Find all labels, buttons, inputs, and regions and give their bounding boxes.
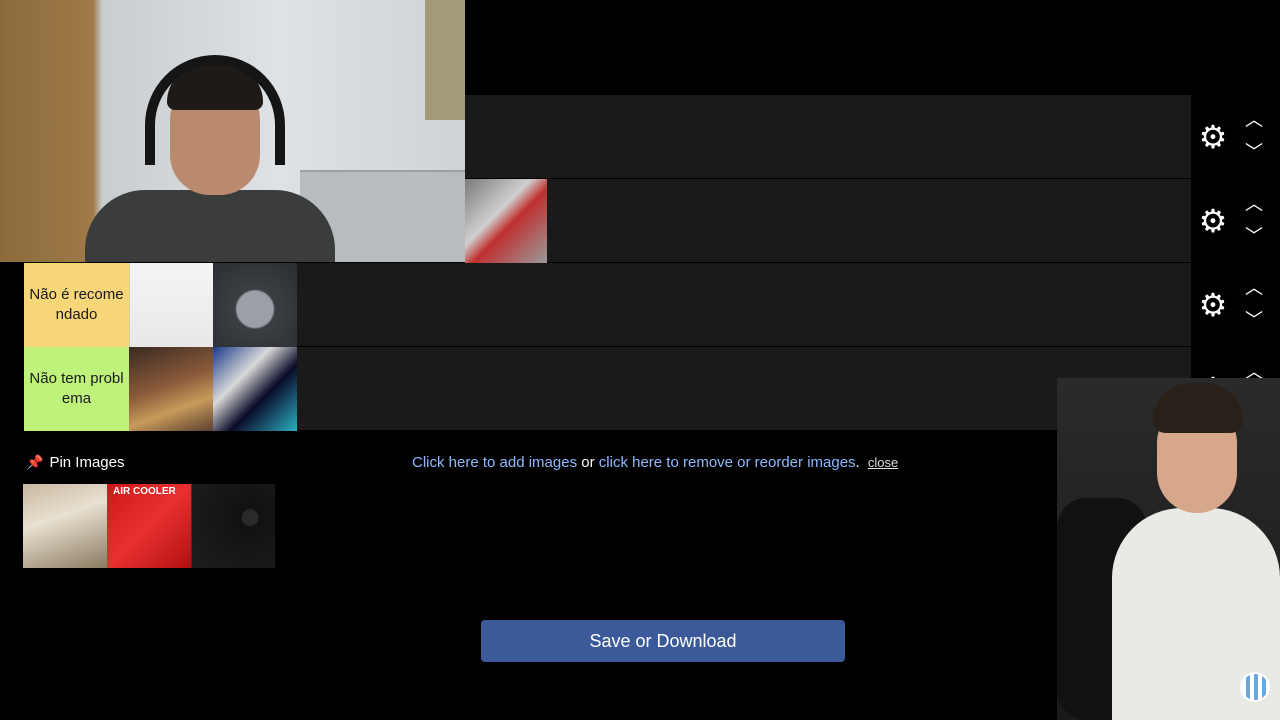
webcam-overlay-left [0, 0, 465, 262]
reorder-images-link[interactable]: click here to remove or reorder images [599, 454, 856, 471]
add-images-link[interactable]: Click here to add images [412, 454, 577, 471]
gear-icon[interactable]: ⚙ [1198, 121, 1228, 153]
chevron-down-icon[interactable]: ﹀ [1243, 228, 1265, 246]
hair [1153, 383, 1243, 433]
pin-images-label: Pin Images [49, 454, 125, 471]
tier-row-1 [465, 95, 1191, 179]
tier-label[interactable]: Não tem problema [24, 347, 129, 431]
chevron-down-icon[interactable]: ﹀ [1243, 144, 1265, 162]
tier-row-2 [465, 179, 1191, 263]
chevron-down-icon[interactable]: ﹀ [1243, 312, 1265, 330]
tier-image-update-screen[interactable] [129, 263, 213, 347]
pool-image-air-cooler[interactable]: AIR COOLER [107, 484, 191, 568]
tier-items [129, 347, 297, 431]
tier-items [129, 263, 297, 347]
pin-images-toggle[interactable]: 📌 Pin Images [26, 454, 124, 471]
or-text: or [577, 454, 599, 471]
tier-row-4: Não tem problema [24, 347, 1191, 431]
chevron-up-icon[interactable]: ︿ [1243, 112, 1265, 130]
shirt [85, 190, 335, 262]
tier-label[interactable]: Não é recomendado [24, 263, 129, 347]
tier-image-pc-setup[interactable] [213, 347, 297, 431]
headset-icon [145, 55, 285, 165]
gear-icon[interactable]: ⚙ [1198, 205, 1228, 237]
save-download-button[interactable]: Save or Download [481, 620, 845, 662]
tier-image-pc-parts[interactable] [465, 179, 547, 263]
tier-image-desk-hand[interactable] [129, 347, 213, 431]
tier-items [465, 179, 547, 263]
close-link[interactable]: close [868, 455, 898, 470]
pin-icon: 📌 [26, 454, 44, 470]
image-actions: Click here to add images or click here t… [412, 454, 898, 471]
image-pool: AIR COOLER [23, 484, 275, 568]
pool-image-pc-case-open[interactable] [23, 484, 107, 568]
gear-icon[interactable]: ⚙ [1198, 289, 1228, 321]
club-logo-icon [1240, 672, 1270, 702]
period-text: . [855, 454, 860, 471]
tier-row-3: Não é recomendado [24, 263, 1191, 347]
pool-image-rgb-case[interactable] [191, 484, 275, 568]
air-cooler-label: AIR COOLER [113, 486, 176, 497]
webcam-overlay-right [1057, 378, 1280, 720]
curtain [425, 0, 465, 120]
chevron-up-icon[interactable]: ︿ [1243, 280, 1265, 298]
tier-controls-3: ⚙ ︿ ﹀ [1191, 263, 1280, 347]
streamer-left [85, 55, 335, 262]
chevron-up-icon[interactable]: ︿ [1243, 196, 1265, 214]
tier-controls-2: ⚙ ︿ ﹀ [1191, 179, 1280, 263]
tier-image-cpu-socket[interactable] [213, 263, 297, 347]
tier-controls-1: ⚙ ︿ ﹀ [1191, 95, 1280, 179]
